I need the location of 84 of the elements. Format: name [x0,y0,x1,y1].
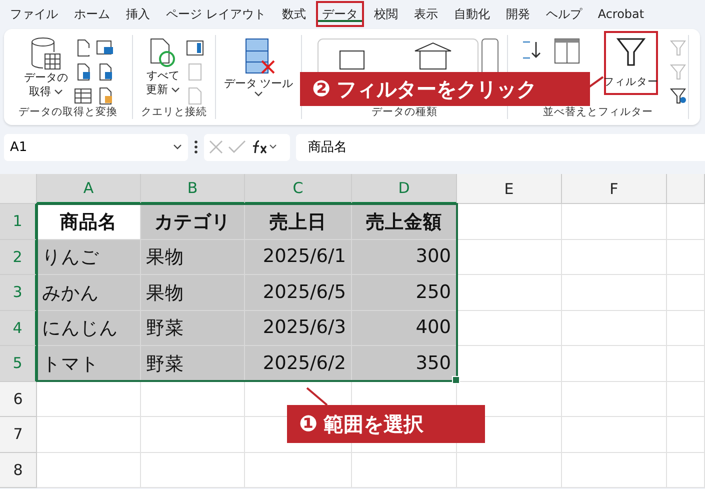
column-header[interactable]: E [457,174,562,204]
row-header[interactable]: 4 [0,310,37,346]
group-label: クエリと接続 [140,105,208,119]
table-cell: 400 [352,310,457,346]
ribbon-tab[interactable]: 挿入 [120,1,156,27]
row-header[interactable]: 1 [0,204,37,240]
ribbon-tab[interactable]: ページ レイアウト [160,1,272,27]
ribbon-tab[interactable]: ヘルプ [540,1,588,27]
chevron-down-icon [254,91,263,97]
formula-field[interactable]: 商品名 [296,134,705,160]
refresh-icon [148,37,178,69]
row-header[interactable]: 7 [0,417,37,452]
empty-cell [667,310,705,346]
ribbon-tab[interactable]: 開発 [500,1,536,27]
table-cell: 野菜 [141,310,245,346]
chevron-down-icon [171,87,180,93]
advanced-filter-icon[interactable] [670,87,688,105]
table-cell: 250 [352,275,457,310]
column-header[interactable]: A [37,174,141,204]
table-icon[interactable] [74,87,92,105]
empty-cell [667,275,705,310]
get-data-button[interactable]: データの 取得 [22,37,70,99]
queries-pane-icon[interactable] [186,39,204,57]
table-cell: みかん [37,275,141,310]
function-icon[interactable] [250,139,278,155]
database-icon [30,37,62,71]
table-cell: りんご [37,240,141,275]
row-header[interactable]: 5 [0,346,37,382]
empty-cell [667,382,705,417]
table-cell: にんじん [37,310,141,346]
callout-label: ❷ フィルターをクリック [300,72,590,106]
table-cell: 果物 [141,275,245,310]
group-label: データの取得と変換 [18,105,118,119]
chevron-down-icon [54,89,64,95]
group-label: データの種類 [370,105,438,119]
ribbon-tab[interactable]: 校閲 [368,1,404,27]
table-cell: 2025/6/1 [245,240,352,275]
column-header[interactable]: C [245,174,352,204]
fill-handle[interactable] [452,376,460,384]
empty-cell [667,346,705,382]
ribbon-tab[interactable]: 数式 [276,1,312,27]
table-cell: 野菜 [141,346,245,382]
column-header[interactable]: D [352,174,457,204]
table-cell: 商品名 [37,204,141,240]
empty-cell [667,204,705,240]
ribbon-tab[interactable]: データ [316,1,364,27]
more-icon[interactable] [194,140,198,154]
refresh-all-button[interactable]: すべて 更新 [144,37,182,97]
row-header[interactable]: 8 [0,452,37,488]
table-cell: 果物 [141,240,245,275]
column-header[interactable]: B [141,174,245,204]
funnel-icon [616,37,646,67]
leader-line [306,387,328,406]
callout-label: ❶ 範囲を選択 [287,405,485,443]
row-header[interactable]: 6 [0,382,37,417]
ribbon-tab[interactable]: Acrobat [592,1,650,27]
table-cell: 350 [352,346,457,382]
empty-cell [667,417,705,452]
ribbon-tab[interactable]: ホーム [68,1,116,27]
table-cell: 売上金額 [352,204,457,240]
sort-ascending-icon[interactable] [520,39,542,61]
sort-dialog-icon[interactable] [554,37,580,65]
chevron-down-icon [173,144,182,150]
table-cell: 2025/6/2 [245,346,352,382]
empty-cell [667,452,705,488]
ribbon-tab[interactable]: 自動化 [448,1,496,27]
column-header[interactable]: F [562,174,667,204]
group-label: 並べ替えとフィルター [542,105,654,119]
table-cell: 300 [352,240,457,275]
table-cell: 2025/6/3 [245,310,352,346]
name-box[interactable]: A1 [4,134,188,160]
check-icon[interactable] [228,139,246,155]
leader-line [589,76,604,88]
row-header[interactable]: 3 [0,275,37,310]
camera-table-icon[interactable] [96,39,114,57]
ribbon-tab[interactable]: ファイル [4,1,64,27]
table-cell: 売上日 [245,204,352,240]
table-cell: カテゴリ [141,204,245,240]
data-tools-button[interactable]: データ ツール [222,37,296,97]
table-cell: トマト [37,346,141,382]
row-header[interactable]: 2 [0,240,37,275]
table-cell: 2025/6/5 [245,275,352,310]
ribbon-tab[interactable]: 表示 [408,1,444,27]
empty-cell [667,240,705,275]
